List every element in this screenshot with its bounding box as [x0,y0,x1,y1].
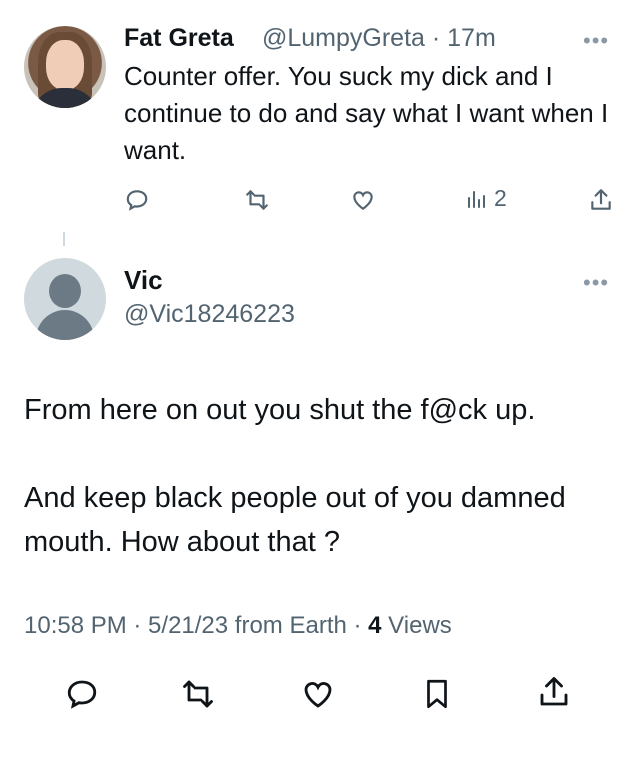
retweet-button[interactable] [244,187,270,213]
share-button[interactable] [588,187,614,213]
reply-button[interactable] [64,676,100,712]
tweet-actions [24,670,624,720]
like-button[interactable] [350,187,376,213]
tweet-text: Counter offer. You suck my dick and I co… [124,61,609,165]
views-label: Views [381,612,452,639]
time-date-source: 10:58 PM · 5/21/23 from Earth · [24,612,369,639]
share-button[interactable] [536,674,572,710]
bookmark-icon [427,679,447,709]
like-icon [353,191,373,210]
share-icon [540,677,568,706]
display-name[interactable]: Fat Greta [124,24,234,53]
tweet-timestamp[interactable]: 10:58 PM · 5/21/23 from Earth · 4 Views [24,612,452,640]
avatar-body [36,310,94,340]
retweet-icon [246,190,268,210]
handle-and-time[interactable]: @LumpyGreta · 17m [262,24,496,53]
thread-connector [63,232,65,246]
tweet-actions: 2 [110,180,620,220]
tweet-text: From here on out you shut the f@ck up. A… [24,394,566,558]
retweet-button[interactable] [180,676,216,712]
like-button[interactable] [300,676,336,712]
avatar-face [46,40,84,90]
more-options-icon[interactable]: ••• [583,28,609,54]
views-number: 4 [368,612,382,639]
default-avatar[interactable] [24,258,106,340]
share-icon [591,189,611,210]
reply-icon [67,680,97,709]
handle[interactable]: @Vic18246223 [124,300,295,329]
display-name[interactable]: Vic [124,265,163,296]
avatar[interactable] [24,26,106,108]
reply-button[interactable] [124,187,150,213]
more-options-icon[interactable]: ••• [583,270,609,296]
views-count: 2 [494,185,507,211]
reply-icon [126,190,148,211]
retweet-icon [183,680,213,708]
views-icon [468,190,485,208]
bookmark-button[interactable] [420,676,454,712]
views-button[interactable]: 2 [464,185,507,212]
avatar-head [49,274,81,308]
like-icon [304,682,332,708]
